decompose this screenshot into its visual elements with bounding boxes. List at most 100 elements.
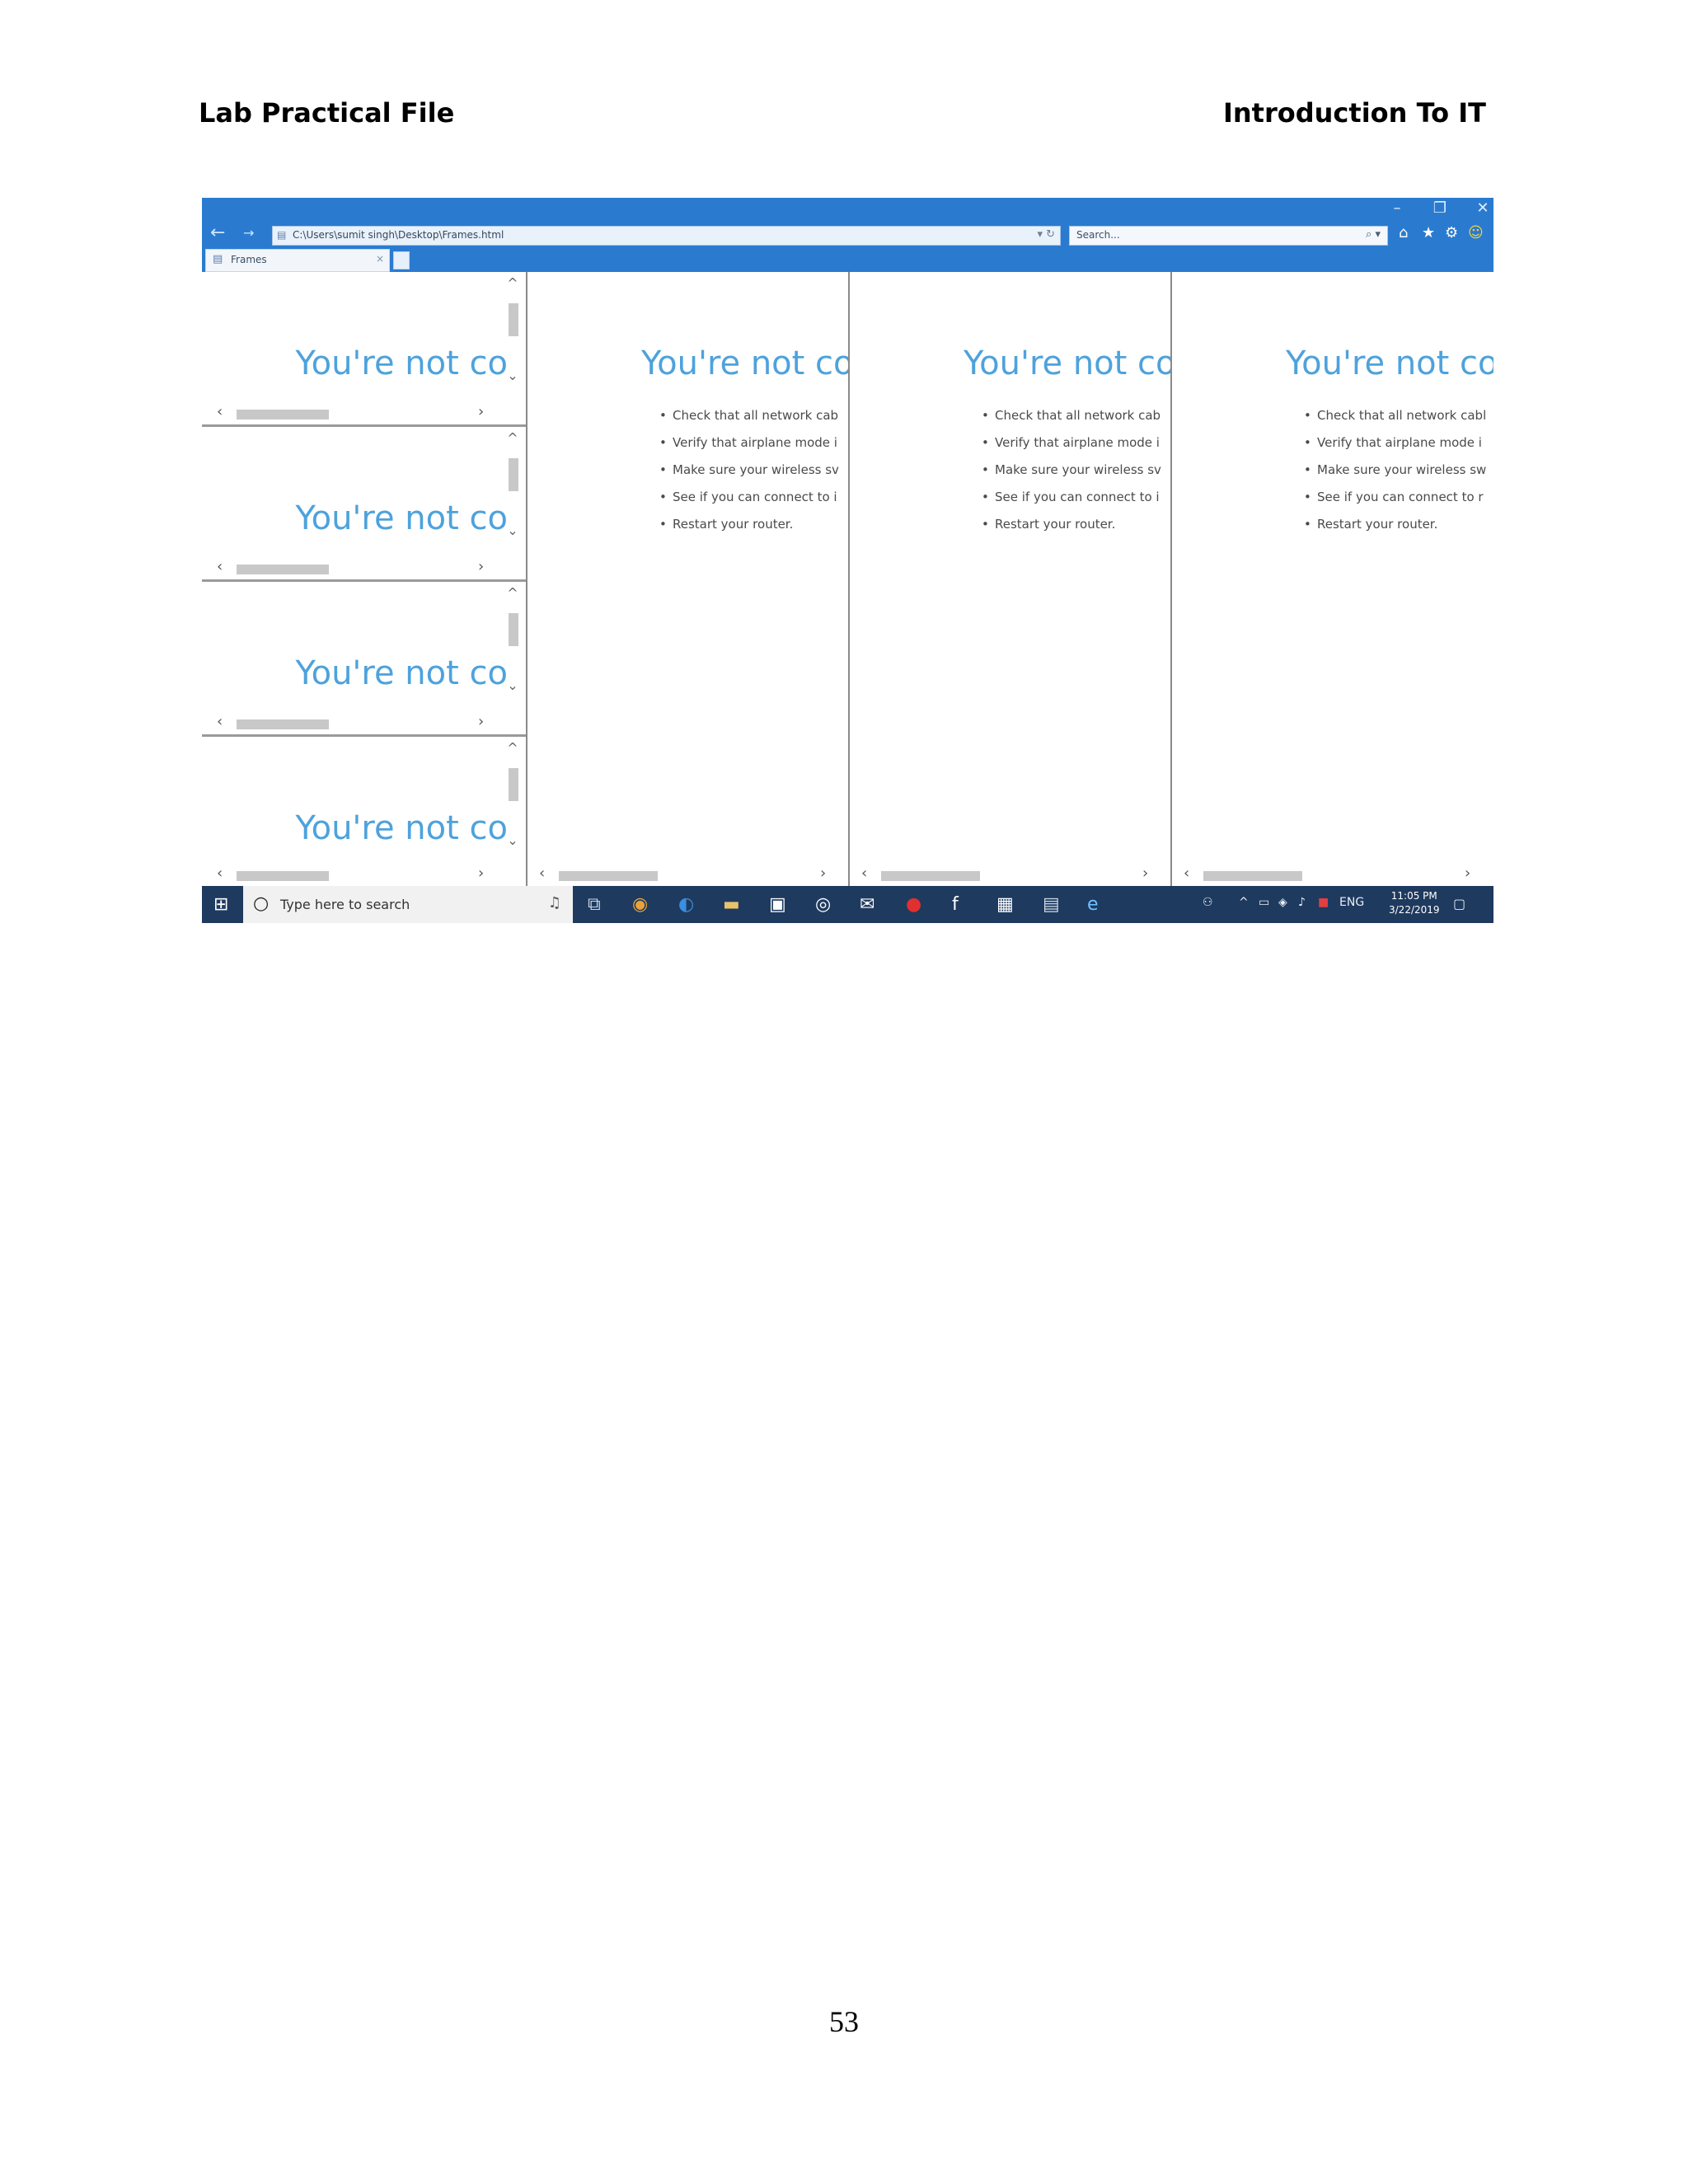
scroll-thumb[interactable] <box>559 871 658 881</box>
facebook-icon[interactable]: f <box>952 894 959 915</box>
not-connected-message: You're not co <box>295 809 508 847</box>
vertical-scrollbar[interactable]: ^ ⌄ <box>504 582 522 705</box>
horizontal-scrollbar[interactable]: ‹ › <box>202 713 504 734</box>
scroll-thumb[interactable] <box>509 458 518 491</box>
file-explorer-icon[interactable]: ▬ <box>723 894 740 915</box>
scroll-up-arrow[interactable]: ^ <box>504 430 522 446</box>
scroll-thumb[interactable] <box>509 768 518 801</box>
vertical-scrollbar[interactable]: ^ ⌄ <box>504 737 522 860</box>
chrome-icon[interactable]: ◉ <box>632 894 648 915</box>
browser-screenshot: – ❐ ✕ ← → ▤ C:\Users\sumit singh\Desktop… <box>202 198 1493 923</box>
notepad-icon[interactable]: ▤ <box>1043 894 1060 915</box>
word-icon[interactable]: ▦ <box>996 894 1014 915</box>
scroll-left-arrow[interactable]: ‹ <box>217 403 223 420</box>
microphone-icon[interactable]: ♫ <box>548 894 561 912</box>
scroll-thumb[interactable] <box>237 410 329 419</box>
new-tab-button[interactable] <box>393 251 410 269</box>
browser-titlebar: – ❐ ✕ ← → ▤ C:\Users\sumit singh\Desktop… <box>202 198 1493 272</box>
edge-icon[interactable]: ◐ <box>678 894 694 915</box>
network-icon[interactable]: ◈ <box>1278 896 1287 909</box>
close-button[interactable]: ✕ <box>1466 199 1493 217</box>
scroll-down-arrow[interactable]: ⌄ <box>504 677 522 693</box>
scroll-right-arrow[interactable]: › <box>478 403 484 420</box>
scroll-down-arrow[interactable]: ⌄ <box>504 368 522 383</box>
store-icon[interactable]: ▣ <box>769 894 786 915</box>
battery-icon[interactable]: ▭ <box>1259 896 1269 909</box>
list-item: Check that all network cab <box>659 408 839 435</box>
favorites-icon[interactable]: ★ <box>1422 224 1435 241</box>
list-item: See if you can connect to i <box>659 490 839 517</box>
list-item: Make sure your wireless sv <box>659 462 839 490</box>
scroll-thumb[interactable] <box>509 613 518 646</box>
left-frame-column: You're not co ^ ⌄ ‹ › You're not co ^ ⌄ <box>202 272 528 886</box>
settings-icon[interactable]: ⚙ <box>1445 224 1458 241</box>
search-icon[interactable]: ⌕ ▾ <box>1366 228 1381 241</box>
scroll-thumb[interactable] <box>237 871 329 881</box>
horizontal-scrollbar[interactable]: ‹ › <box>1172 865 1493 886</box>
antivirus-icon[interactable]: ■ <box>1318 896 1329 909</box>
scroll-thumb[interactable] <box>509 303 518 336</box>
right-frame-3: You're not con Check that all network ca… <box>1172 272 1493 886</box>
vertical-scrollbar[interactable]: ^ ⌄ <box>504 272 522 396</box>
scroll-right-arrow[interactable]: › <box>478 865 484 882</box>
scroll-thumb[interactable] <box>1203 871 1302 881</box>
search-box[interactable]: Search... ⌕ ▾ <box>1069 226 1388 246</box>
feedback-icon[interactable]: ☺ <box>1468 224 1484 241</box>
scroll-left-arrow[interactable]: ‹ <box>217 865 223 882</box>
maximize-button[interactable]: ❐ <box>1423 199 1456 217</box>
scroll-right-arrow[interactable]: › <box>820 865 826 882</box>
not-connected-message: You're not con <box>1286 344 1493 382</box>
header-right: Introduction To IT <box>1222 97 1486 129</box>
scroll-thumb[interactable] <box>881 871 980 881</box>
clock-time: 11:05 PM <box>1390 890 1437 902</box>
scroll-up-arrow[interactable]: ^ <box>504 740 522 756</box>
horizontal-scrollbar[interactable]: ‹ › <box>202 558 504 579</box>
scroll-down-arrow[interactable]: ⌄ <box>504 832 522 848</box>
address-bar[interactable]: ▤ C:\Users\sumit singh\Desktop\Frames.ht… <box>272 226 1061 246</box>
taskbar-clock[interactable]: 11:05 PM 3/22/2019 <box>1389 889 1440 917</box>
opera-icon[interactable]: ● <box>906 894 921 915</box>
tab-close-icon[interactable]: × <box>376 253 384 265</box>
task-view-icon[interactable]: ⧉ <box>588 894 601 915</box>
tab-page-icon: ▤ <box>213 253 223 265</box>
back-arrow-icon[interactable]: ← <box>210 223 225 243</box>
internet-explorer-icon[interactable]: e <box>1087 894 1099 915</box>
scroll-right-arrow[interactable]: › <box>478 558 484 575</box>
home-icon[interactable]: ⌂ <box>1399 224 1408 241</box>
scroll-right-arrow[interactable]: › <box>1142 865 1148 882</box>
scroll-right-arrow[interactable]: › <box>1465 865 1470 882</box>
troubleshoot-list: Check that all network cab Verify that a… <box>659 408 839 544</box>
scroll-left-arrow[interactable]: ‹ <box>217 558 223 575</box>
tray-chevron-icon[interactable]: ^ <box>1239 896 1249 909</box>
input-language[interactable]: ENG <box>1339 896 1364 909</box>
windows-start-icon[interactable]: ⊞ <box>213 894 228 915</box>
scroll-up-arrow[interactable]: ^ <box>504 275 522 291</box>
horizontal-scrollbar[interactable]: ‹ › <box>202 403 504 424</box>
windows-taskbar: ⊞ ○ Type here to search ♫ ⧉ ◉ ◐ ▬ ▣ ◎ ✉ … <box>202 886 1493 923</box>
forward-arrow-icon[interactable]: → <box>243 225 254 241</box>
media-icon[interactable]: ◎ <box>815 894 831 915</box>
people-icon[interactable]: ⚇ <box>1203 896 1213 909</box>
scroll-left-arrow[interactable]: ‹ <box>1184 865 1189 882</box>
refresh-icon[interactable]: ▾ ↻ <box>1037 228 1055 241</box>
volume-icon[interactable]: ♪ <box>1298 896 1306 909</box>
scroll-left-arrow[interactable]: ‹ <box>861 865 867 882</box>
list-item: Check that all network cab <box>982 408 1161 435</box>
scroll-thumb[interactable] <box>237 719 329 729</box>
horizontal-scrollbar[interactable]: ‹ › <box>528 865 848 886</box>
tab-frames[interactable]: ▤ Frames × <box>205 249 390 272</box>
vertical-scrollbar[interactable]: ^ ⌄ <box>504 427 522 551</box>
scroll-left-arrow[interactable]: ‹ <box>539 865 545 882</box>
action-center-icon[interactable]: ▢ <box>1453 896 1465 912</box>
scroll-down-arrow[interactable]: ⌄ <box>504 523 522 538</box>
horizontal-scrollbar[interactable]: ‹ › <box>850 865 1170 886</box>
not-connected-message: You're not co <box>295 344 508 382</box>
mail-icon[interactable]: ✉ <box>860 894 874 915</box>
taskbar-search[interactable]: ○ Type here to search ♫ <box>243 886 573 923</box>
minimize-button[interactable]: – <box>1381 199 1414 217</box>
scroll-left-arrow[interactable]: ‹ <box>217 713 223 730</box>
horizontal-scrollbar[interactable]: ‹ › <box>202 865 504 886</box>
scroll-thumb[interactable] <box>237 565 329 574</box>
scroll-right-arrow[interactable]: › <box>478 713 484 730</box>
scroll-up-arrow[interactable]: ^ <box>504 585 522 601</box>
